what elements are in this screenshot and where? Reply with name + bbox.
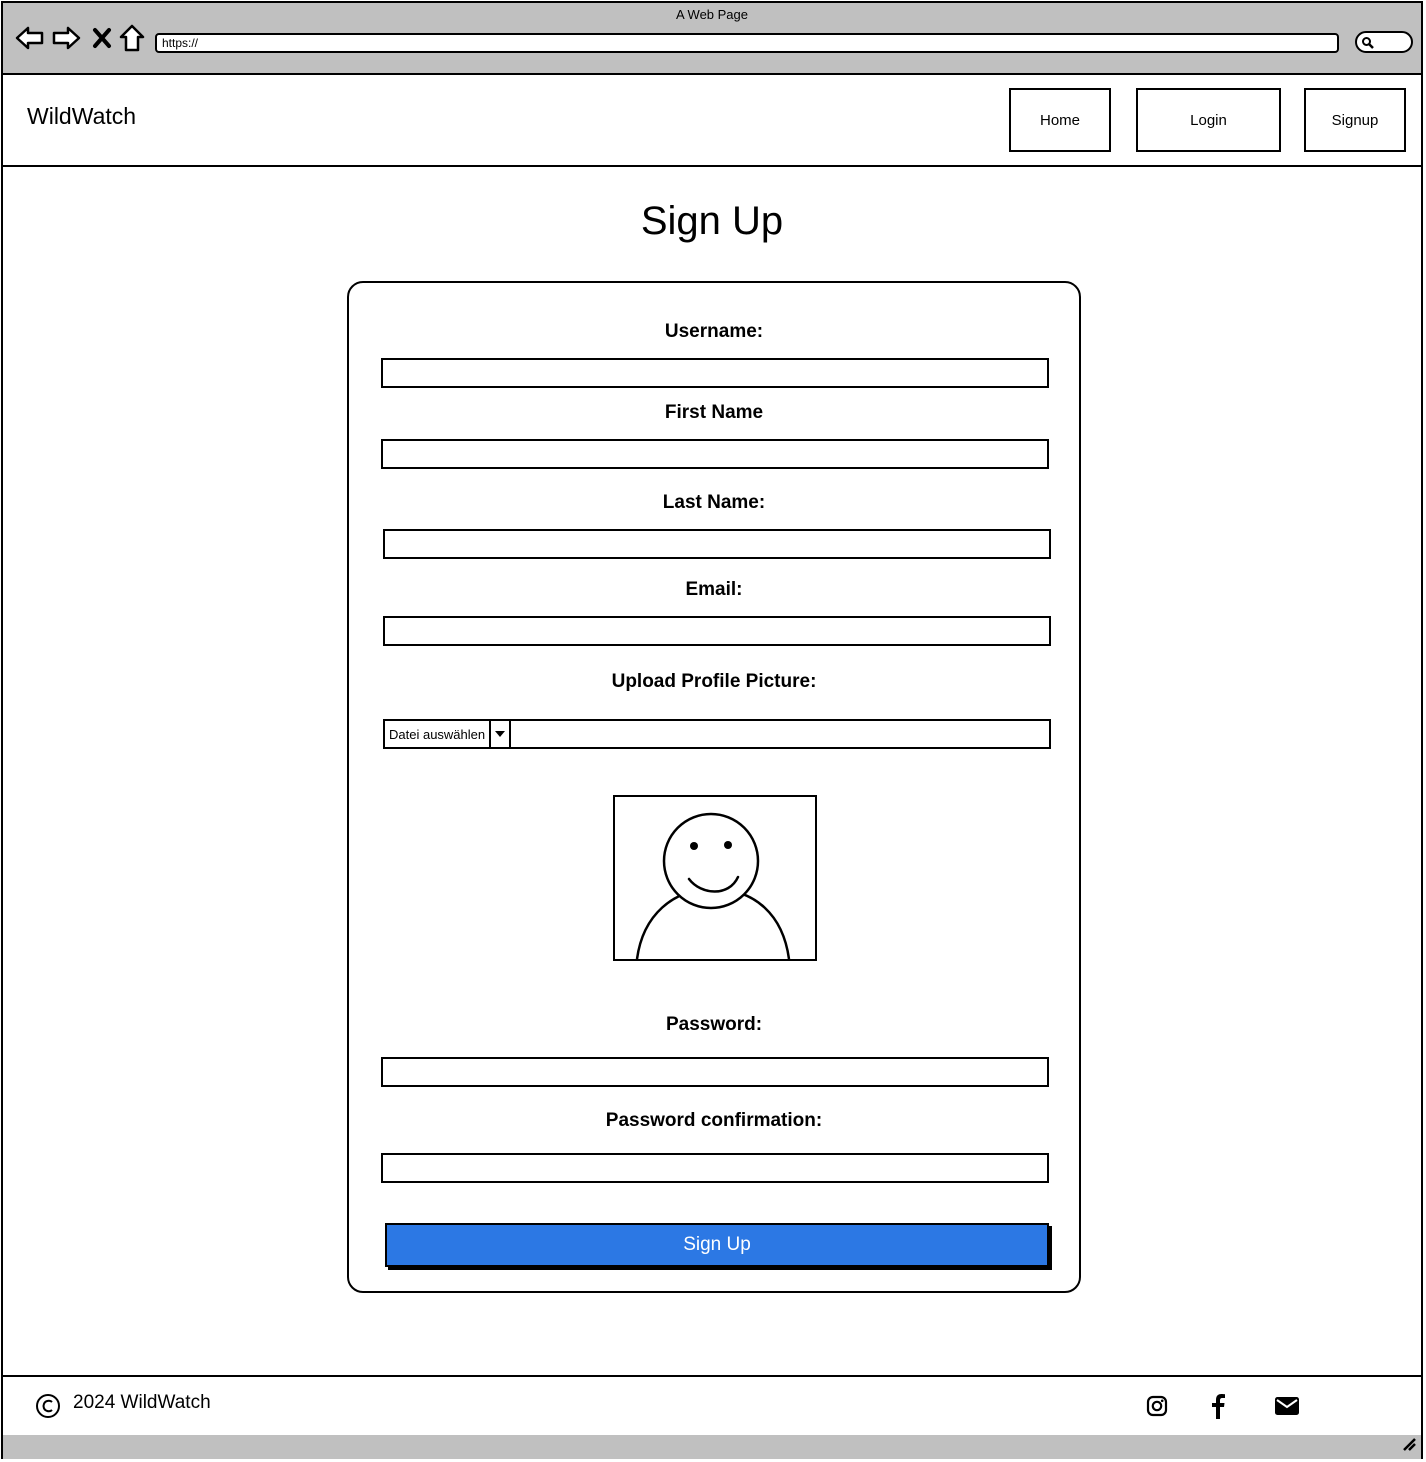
site-footer: 2024 WildWatch (3, 1375, 1421, 1437)
nav-signup[interactable]: Signup (1304, 88, 1406, 152)
password-confirm-input[interactable] (381, 1153, 1049, 1183)
profile-picture-preview (613, 795, 817, 961)
instagram-icon[interactable] (1144, 1393, 1170, 1419)
signup-submit-button[interactable]: Sign Up (385, 1223, 1049, 1267)
forward-icon[interactable] (51, 23, 81, 53)
nav-login[interactable]: Login (1136, 88, 1281, 152)
copyright-text: 2024 WildWatch (73, 1392, 211, 1413)
brand-logo[interactable]: WildWatch (27, 103, 136, 130)
password-confirm-label: Password confirmation: (605, 1110, 823, 1131)
email-label: Email: (685, 579, 743, 600)
password-input[interactable] (381, 1057, 1049, 1087)
profile-picture-upload[interactable]: Datei auswählen (383, 719, 1051, 749)
copyright-icon (35, 1393, 61, 1424)
window-title: A Web Page (675, 7, 749, 22)
browser-toolbar: A Web Page https:// (3, 3, 1421, 75)
browser-window: A Web Page https:// WildWatch Home Login… (1, 1, 1423, 1459)
username-input[interactable] (381, 358, 1049, 388)
user-avatar-icon (635, 812, 791, 959)
firstname-input[interactable] (381, 439, 1049, 469)
resize-handle-icon[interactable] (1401, 1436, 1417, 1457)
chevron-down-icon[interactable] (491, 721, 511, 747)
email-input[interactable] (383, 616, 1051, 646)
facebook-icon[interactable] (1205, 1393, 1231, 1419)
lastname-input[interactable] (383, 529, 1051, 559)
url-bar[interactable]: https:// (155, 33, 1339, 53)
page-title: Sign Up (640, 199, 784, 243)
site-header: WildWatch Home Login Signup (3, 75, 1421, 167)
signup-form: Username: First Name Last Name: Email: U… (347, 281, 1081, 1293)
choose-file-button[interactable]: Datei auswählen (385, 721, 492, 747)
browser-search[interactable] (1355, 31, 1413, 53)
username-label: Username: (664, 321, 764, 342)
password-label: Password: (665, 1014, 763, 1035)
firstname-label: First Name (664, 402, 764, 423)
lastname-label: Last Name: (662, 492, 766, 513)
upload-label: Upload Profile Picture: (611, 671, 817, 692)
email-icon[interactable] (1274, 1393, 1300, 1419)
search-icon (1362, 37, 1374, 49)
nav-home[interactable]: Home (1009, 88, 1111, 152)
home-icon[interactable] (117, 23, 147, 53)
close-icon[interactable] (87, 23, 117, 53)
back-icon[interactable] (15, 23, 45, 53)
browser-statusbar (3, 1435, 1421, 1459)
